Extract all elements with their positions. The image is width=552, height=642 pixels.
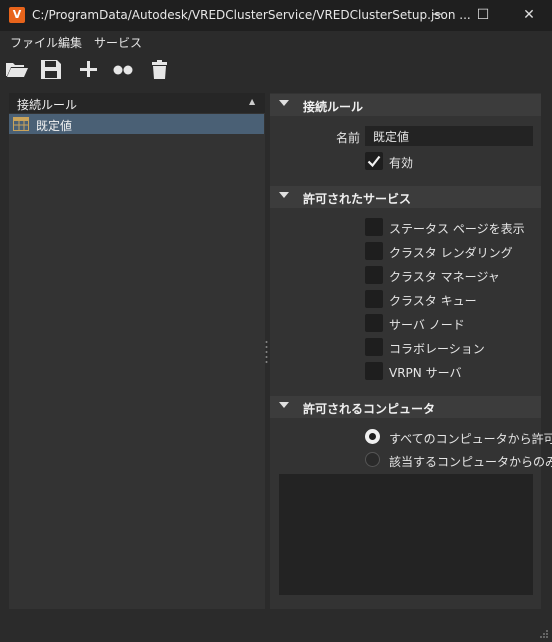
service-checkbox[interactable] — [365, 242, 383, 260]
rule-table-icon — [13, 117, 29, 131]
service-checkbox[interactable] — [365, 218, 383, 236]
radio-dot-icon — [369, 433, 376, 440]
menu-file[interactable]: ファイル — [10, 34, 58, 51]
service-checkbox[interactable] — [365, 266, 383, 284]
checkmark-icon — [367, 155, 381, 168]
service-label: VRPN サーバ — [389, 366, 462, 380]
status-bar — [0, 618, 552, 641]
enabled-label: 有効 — [389, 156, 414, 170]
enabled-checkbox[interactable] — [365, 152, 383, 170]
service-label: クラスタ レンダリング — [389, 246, 513, 260]
service-label: コラボレーション — [389, 342, 485, 356]
collapse-arrow-icon — [279, 192, 289, 198]
section-title: 接続ルール — [303, 100, 364, 114]
rules-list-header[interactable]: 接続ルール ▲ — [9, 93, 265, 113]
delete-icon[interactable] — [147, 57, 173, 81]
close-button[interactable]: ✕ — [506, 0, 552, 31]
rule-item-label: 既定値 — [36, 119, 73, 133]
clone-icon[interactable] — [110, 57, 136, 81]
open-folder-icon[interactable] — [4, 57, 30, 81]
section-allowed-services[interactable]: 許可されたサービス — [270, 186, 541, 208]
menu-edit[interactable]: 編集 — [58, 34, 82, 51]
section-connection-rule[interactable]: 接続ルール — [270, 94, 541, 116]
service-label: クラスタ キュー — [389, 294, 477, 308]
radio-specific-computers[interactable] — [365, 452, 380, 467]
splitter-handle[interactable] — [265, 340, 268, 364]
radio-label: すべてのコンピュータから許可 — [389, 432, 552, 446]
menu-bar: ファイル 編集 サービス — [0, 31, 552, 52]
service-checkbox[interactable] — [365, 314, 383, 332]
vred-app-icon: V — [9, 7, 25, 23]
menu-service[interactable]: サービス — [94, 34, 142, 51]
save-icon[interactable] — [38, 57, 64, 81]
name-input[interactable] — [365, 126, 533, 146]
service-checkbox[interactable] — [365, 362, 383, 380]
service-label: サーバ ノード — [389, 318, 465, 332]
maximize-button[interactable]: ☐ — [460, 0, 506, 31]
service-label: クラスタ マネージャ — [389, 270, 500, 284]
section-title: 許可されたサービス — [303, 192, 412, 206]
radio-all-computers[interactable] — [365, 429, 380, 444]
collapse-arrow-icon — [279, 100, 289, 106]
section-allowed-computers[interactable]: 許可されるコンピュータ — [270, 396, 541, 418]
rule-list-item[interactable]: 既定値 — [9, 114, 264, 134]
window-title: C:/ProgramData/Autodesk/VREDClusterServi… — [32, 8, 471, 22]
minimize-button[interactable]: ─ — [414, 0, 460, 31]
service-checkbox[interactable] — [365, 290, 383, 308]
name-label: 名前 — [336, 131, 361, 145]
rules-header-label: 接続ルール — [17, 98, 78, 112]
resize-grip-icon[interactable] — [539, 628, 549, 638]
toolbar — [0, 52, 552, 86]
sort-arrow-icon: ▲ — [249, 97, 256, 106]
title-bar: V C:/ProgramData/Autodesk/VREDClusterSer… — [0, 0, 552, 31]
rules-list-panel — [9, 93, 265, 609]
section-title: 許可されるコンピュータ — [303, 402, 436, 416]
service-label: ステータス ページを表示 — [389, 222, 525, 236]
computer-list-box[interactable] — [279, 474, 533, 595]
collapse-arrow-icon — [279, 402, 289, 408]
service-checkbox[interactable] — [365, 338, 383, 356]
add-icon[interactable] — [76, 57, 102, 81]
radio-label: 該当するコンピュータからのみ — [389, 455, 552, 469]
